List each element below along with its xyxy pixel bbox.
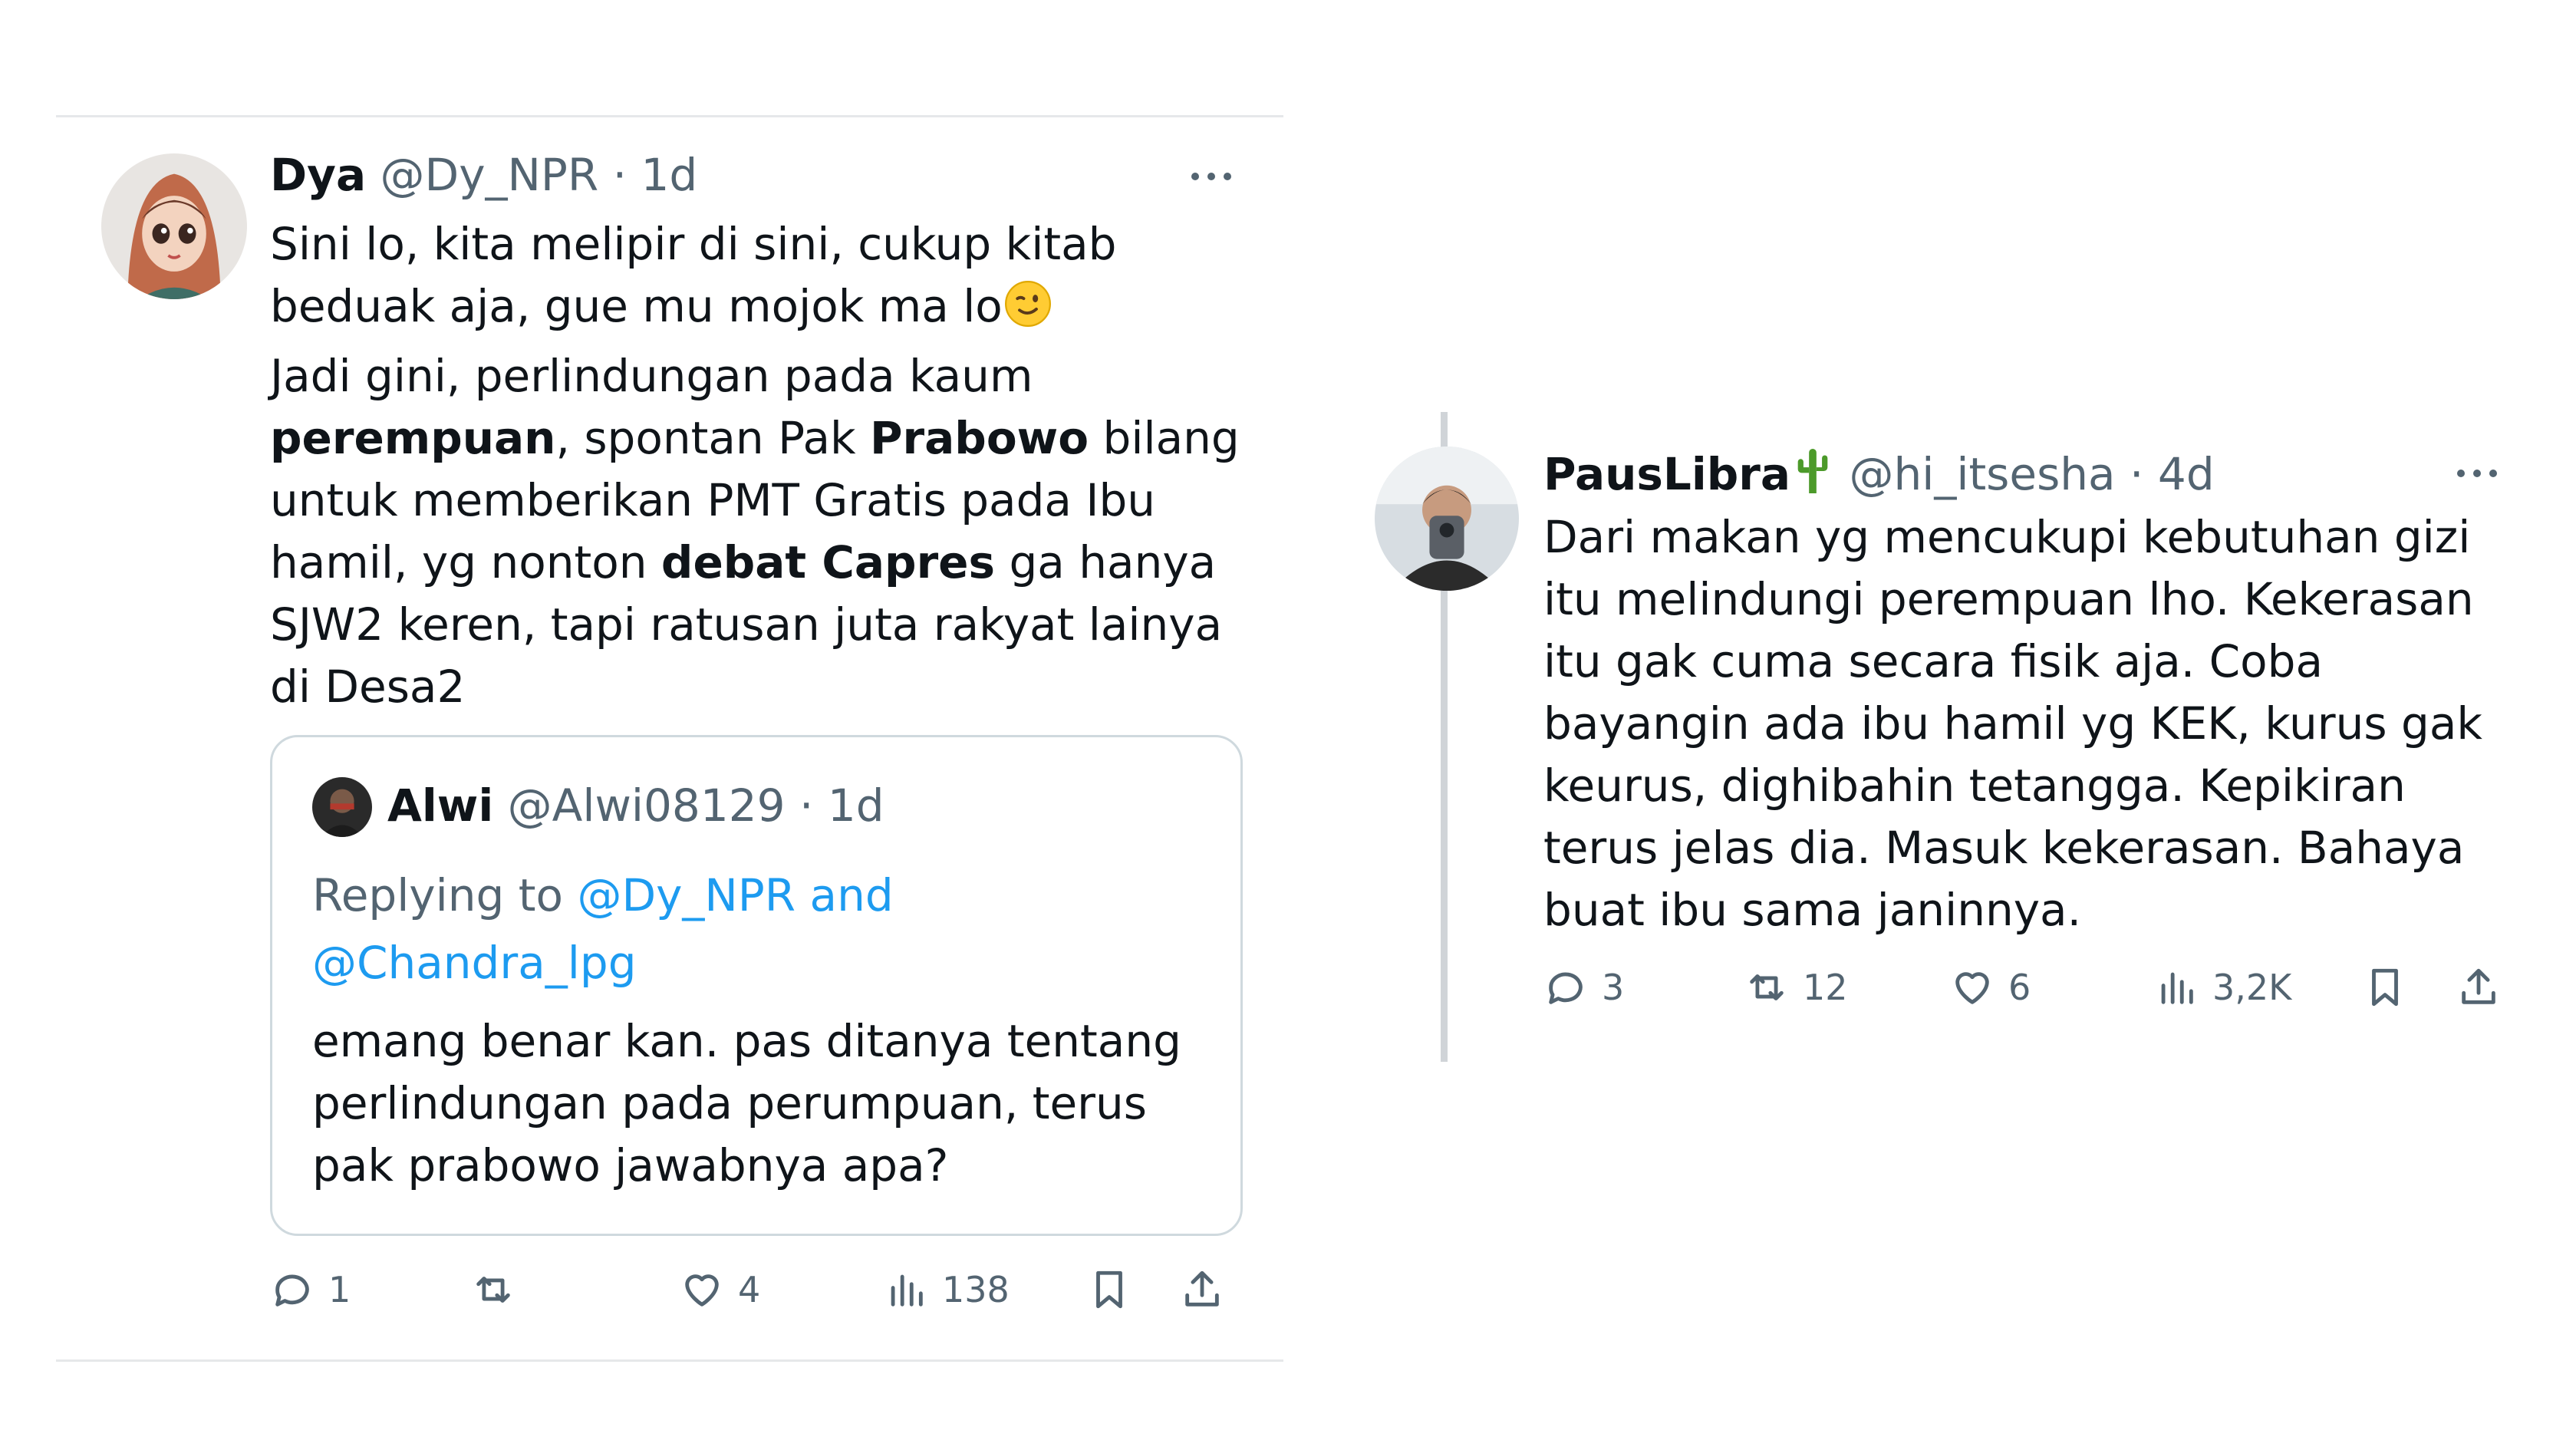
like-button[interactable]: 6 — [1950, 965, 2031, 1010]
text-segment: Sini lo, kita melipir di sini, cukup kit… — [270, 218, 1117, 270]
quote-author-handle[interactable]: @Alwi08129 — [508, 779, 786, 832]
bookmark-button[interactable] — [1087, 1267, 1132, 1312]
avatar-alwi — [312, 777, 372, 837]
more-dots-icon[interactable] — [1191, 173, 1231, 180]
heart-icon — [685, 1274, 719, 1307]
replying-prefix: Replying to — [312, 869, 563, 921]
like-count: 4 — [738, 1269, 761, 1310]
replying-mention-2[interactable]: @Chandra_lpg — [312, 929, 894, 997]
tweet-text-dya: Sini lo, kita melipir di sini, cukup kit… — [270, 213, 1240, 718]
tweet-line: di Desa2 — [270, 656, 1240, 718]
quote-line: perlindungan pada perumpuan, terus — [312, 1077, 1147, 1129]
retweet-count: 12 — [1803, 967, 1848, 1008]
bookmark-button[interactable] — [2363, 965, 2407, 1010]
tweet-line: untuk memberikan PMT Gratis pada Ibu — [270, 470, 1240, 532]
tweet-time[interactable]: · 4d — [2130, 448, 2215, 500]
tweet-line: SJW2 keren, tapi ratusan juta rakyat lai… — [270, 594, 1240, 656]
retweet-button[interactable] — [471, 1267, 529, 1312]
quoted-tweet[interactable]: Alwi @Alwi08129 · 1d Replying to @Dy_NPR… — [270, 735, 1243, 1236]
tweet-line: beduak aja, gue mu mojok ma lo — [270, 275, 1240, 345]
replying-mention[interactable]: @Dy_NPR and — [577, 869, 893, 921]
tweet-line: hamil, yg nonton debat Capres ga hanya — [270, 532, 1240, 594]
tweet-line: Sini lo, kita melipir di sini, cukup kit… — [270, 213, 1240, 275]
retweet-button[interactable]: 12 — [1744, 965, 1848, 1010]
views-button[interactable]: 3,2K — [2154, 965, 2291, 1010]
winking-face-icon — [1003, 278, 1053, 345]
share-icon — [2462, 968, 2495, 1004]
author-name[interactable]: Dya — [270, 149, 366, 201]
quote-header: Alwi @Alwi08129 · 1d — [387, 779, 884, 832]
share-button[interactable] — [1180, 1267, 1224, 1312]
retweet-icon — [1750, 974, 1784, 1000]
text-segment: di Desa2 — [270, 661, 466, 713]
tweet-line: keurus, dighibahin tetangga. Kepikiran — [1543, 760, 2406, 812]
tweet-header-dya: Dya @Dy_NPR · 1d — [270, 149, 697, 201]
share-icon — [1185, 1270, 1219, 1307]
views-icon — [2161, 972, 2193, 1004]
quote-line: pak prabowo jawabnya apa? — [312, 1139, 949, 1191]
tweet-line: itu melindungi perempuan lho. Kekerasan — [1543, 573, 2474, 625]
tweet-header-pauslibra: PausLibra @hi_itsesha · 4d — [1543, 445, 2215, 508]
text-segment: beduak aja, gue mu mojok ma lo — [270, 280, 1003, 332]
views-count: 138 — [942, 1269, 1010, 1310]
tweet-line: buat ibu sama janinnya. — [1543, 884, 2082, 936]
like-button[interactable]: 4 — [680, 1267, 760, 1312]
text-segment: ga hanya — [995, 536, 1217, 588]
bold-text: debat Capres — [660, 536, 996, 588]
retweet-icon — [476, 1277, 510, 1303]
action-bar-dya: 1 4 138 — [270, 1267, 1244, 1321]
more-dots-icon[interactable] — [2457, 470, 2497, 477]
author-name[interactable]: PausLibra — [1543, 448, 1790, 500]
quote-replying: Replying to @Dy_NPR and @Chandra_lpg — [312, 862, 894, 997]
tweet-time[interactable]: · 1d — [613, 149, 698, 201]
text-segment: untuk memberikan PMT Gratis pada Ibu — [270, 474, 1156, 526]
author-handle[interactable]: @Dy_NPR — [380, 149, 599, 201]
bookmark-icon — [1096, 1270, 1122, 1309]
bold-text: Prabowo — [870, 412, 1089, 464]
tweet-text-pauslibra: Dari makan yg mencukupi kebutuhan gizi i… — [1543, 506, 2482, 941]
views-count: 3,2K — [2212, 967, 2292, 1008]
text-segment: , spontan Pak — [555, 412, 871, 464]
tweet-line: perempuan, spontan Pak Prabowo bilang — [270, 407, 1240, 470]
tweet-line: terus jelas dia. Masuk kekerasan. Bahaya — [1543, 822, 2465, 874]
tweet-line: bayangin ada ibu hamil yg KEK, kurus gak — [1543, 697, 2482, 750]
divider-top — [56, 115, 1283, 117]
reply-icon — [275, 1274, 309, 1307]
reply-count: 3 — [1602, 967, 1625, 1008]
reply-button[interactable]: 3 — [1543, 965, 1624, 1010]
tweet-line: Dari makan yg mencukupi kebutuhan gizi — [1543, 511, 2471, 563]
divider-bottom — [56, 1359, 1283, 1362]
quote-author-name[interactable]: Alwi — [387, 779, 493, 832]
cactus-icon — [1790, 445, 1835, 508]
action-bar-pauslibra: 3 12 6 3,2K — [1543, 965, 2502, 1019]
quote-text: emang benar kan. pas ditanya tentang per… — [312, 1010, 1181, 1197]
text-segment: SJW2 keren, tapi ratusan juta rakyat lai… — [270, 598, 1223, 651]
bookmark-icon — [2372, 968, 2398, 1007]
text-segment: bilang — [1089, 412, 1240, 464]
quote-line: emang benar kan. pas ditanya tentang — [312, 1015, 1181, 1067]
views-icon — [891, 1274, 923, 1307]
reply-count: 1 — [328, 1269, 351, 1310]
text-segment: hamil, yg nonton — [270, 536, 661, 588]
bold-text: perempuan — [270, 412, 556, 464]
tweet-line: itu gak cuma secara fisik aja. Coba — [1543, 635, 2324, 687]
avatar-dya[interactable] — [101, 153, 247, 299]
like-count: 6 — [2008, 967, 2031, 1008]
heart-icon — [1955, 972, 1989, 1004]
reply-icon — [1549, 972, 1583, 1004]
text-segment: Jadi gini, perlindungan pada kaum — [270, 350, 1033, 402]
share-button[interactable] — [2456, 965, 2501, 1010]
avatar-pauslibra[interactable] — [1375, 447, 1519, 591]
reply-button[interactable]: 1 — [270, 1267, 351, 1312]
author-handle[interactable]: @hi_itsesha — [1849, 448, 2115, 500]
quote-time: · 1d — [799, 779, 884, 832]
tweet-line: Jadi gini, perlindungan pada kaum — [270, 345, 1240, 407]
views-button[interactable]: 138 — [884, 1267, 1010, 1312]
